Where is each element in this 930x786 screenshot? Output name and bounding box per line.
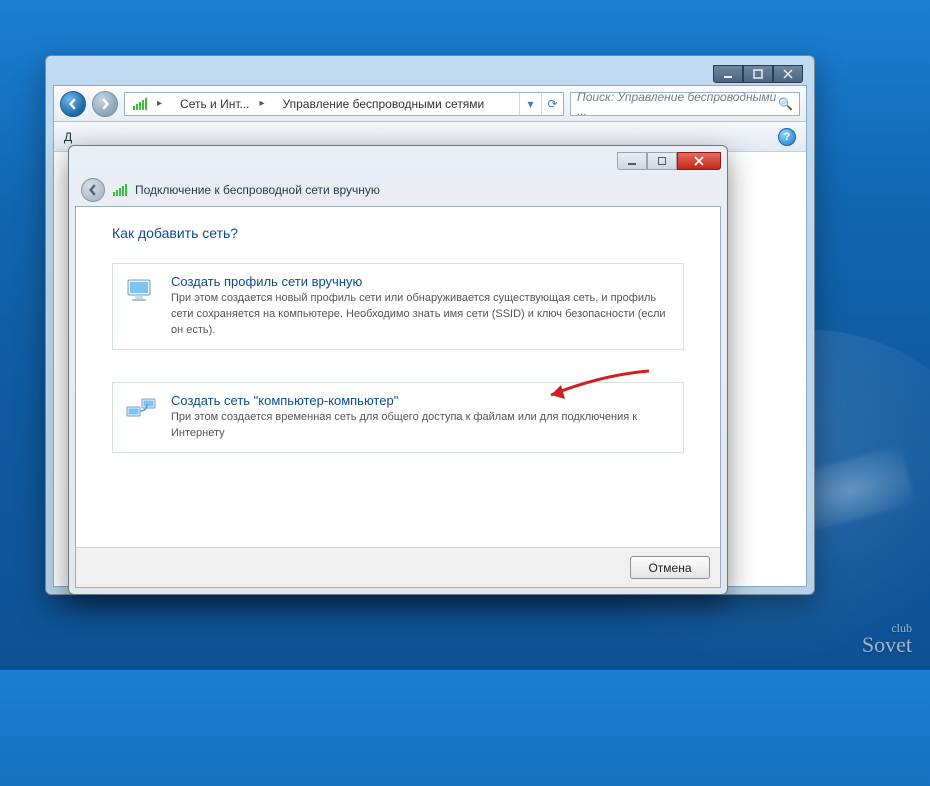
- breadcrumb-seg[interactable]: Управление беспроводными сетями: [283, 97, 485, 111]
- chevron-right-icon: ▸: [153, 98, 166, 109]
- close-button[interactable]: [773, 65, 803, 83]
- search-placeholder: Поиск: Управление беспроводными ...: [577, 90, 778, 118]
- network-signal-icon: [133, 98, 147, 110]
- dialog-title: Подключение к беспроводной сети вручную: [135, 183, 380, 197]
- breadcrumb-dropdown[interactable]: ▾: [519, 93, 541, 115]
- toolbar-left: Д: [64, 130, 72, 144]
- breadcrumb-seg[interactable]: Сеть и Инт...: [180, 97, 249, 111]
- cancel-button[interactable]: Отмена: [630, 556, 710, 579]
- explorer-titlebar: [53, 63, 807, 85]
- refresh-button[interactable]: ⟳: [541, 93, 563, 115]
- option-title: Создать профиль сети вручную: [171, 274, 671, 289]
- dialog-maximize-button: [647, 152, 677, 170]
- dialog-back-button[interactable]: [81, 178, 105, 202]
- network-signal-icon: [113, 184, 127, 196]
- monitor-icon: [125, 274, 157, 306]
- option-create-adhoc-network[interactable]: Создать сеть "компьютер-компьютер" При э…: [112, 382, 684, 453]
- chevron-right-icon: ▸: [256, 98, 269, 109]
- forward-button[interactable]: [92, 91, 118, 117]
- maximize-button[interactable]: [743, 65, 773, 83]
- option-desc: При этом создается новый профиль сети ил…: [171, 291, 671, 339]
- option-create-profile-manually[interactable]: Создать профиль сети вручную При этом со…: [112, 263, 684, 350]
- adhoc-network-icon: [125, 393, 157, 425]
- dialog-close-button[interactable]: [677, 152, 721, 170]
- dialog-minimize-button[interactable]: [617, 152, 647, 170]
- option-title: Создать сеть "компьютер-компьютер": [171, 393, 671, 408]
- dialog-heading: Как добавить сеть?: [112, 225, 684, 241]
- help-icon[interactable]: ?: [778, 128, 796, 146]
- dialog-footer: Отмена: [76, 547, 720, 587]
- breadcrumb[interactable]: ▸ Сеть и Инт... ▸ Управление беспроводны…: [124, 92, 564, 116]
- wizard-dialog: Подключение к беспроводной сети вручную …: [68, 145, 728, 595]
- minimize-button[interactable]: [713, 65, 743, 83]
- option-desc: При этом создается временная сеть для об…: [171, 410, 671, 442]
- nav-bar: ▸ Сеть и Инт... ▸ Управление беспроводны…: [54, 86, 806, 122]
- back-button[interactable]: [60, 91, 86, 117]
- search-input[interactable]: Поиск: Управление беспроводными ... 🔍: [570, 92, 800, 116]
- search-icon: 🔍: [778, 97, 793, 111]
